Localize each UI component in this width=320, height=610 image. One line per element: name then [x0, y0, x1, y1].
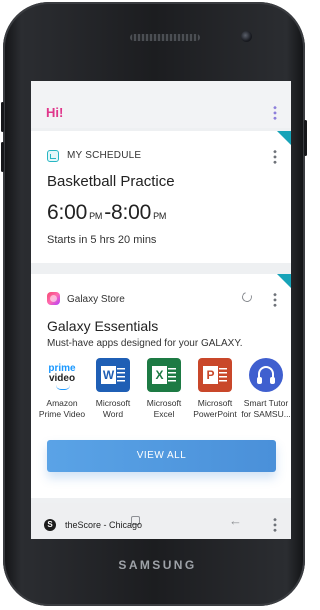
toast-text: theScore - Chicago [65, 520, 143, 530]
headset-icon [249, 358, 283, 392]
app-label: Microsoft PowerPoint [193, 398, 237, 419]
galaxy-store-card[interactable]: Galaxy Store Galaxy Essentials Must-have… [31, 274, 291, 498]
more-options-icon[interactable] [273, 105, 277, 121]
end-ampm: PM [153, 211, 167, 221]
store-subtitle: Must-have apps designed for your GALAXY. [47, 338, 243, 349]
brand-logo: SAMSUNG [118, 558, 197, 572]
refresh-icon[interactable] [240, 290, 254, 304]
galaxy-store-icon [47, 292, 60, 305]
app-item-smart-tutor[interactable]: Smart Tutor for SAMSU... [241, 358, 291, 420]
store-title: Galaxy Essentials [47, 318, 159, 334]
prime-smile-mark [56, 385, 70, 390]
app-label: Smart Tutor for SAMSU... [241, 398, 291, 419]
time-separator: - [104, 201, 111, 224]
excel-icon: X [147, 358, 181, 392]
start-ampm: PM [89, 211, 103, 221]
top-bar: Hi! [31, 81, 291, 128]
app-list: prime video Amazon Prime Video W Microsof… [37, 358, 291, 428]
schedule-header: MY SCHEDULE [67, 150, 142, 161]
app-item-powerpoint[interactable]: P Microsoft PowerPoint [190, 358, 240, 420]
app-item-word[interactable]: W Microsoft Word [88, 358, 138, 420]
volume-button [1, 102, 4, 132]
end-time: 8:00 [110, 201, 152, 224]
app-item-excel[interactable]: X Microsoft Excel [139, 358, 189, 420]
powerpoint-letter: P [203, 366, 218, 384]
start-time: 6:00 [47, 201, 88, 224]
app-label: Microsoft Word [95, 398, 131, 419]
view-all-button[interactable]: VIEW ALL [47, 440, 276, 472]
prime-video-icon: prime video [45, 358, 79, 392]
bixby-button [1, 142, 4, 172]
thescore-icon: S [44, 519, 56, 531]
store-name: Galaxy Store [67, 294, 125, 305]
word-letter: W [101, 366, 116, 384]
card-corner-accent [277, 131, 291, 145]
excel-letter: X [152, 366, 167, 384]
sheet-lines [168, 368, 176, 382]
prime-video-logo-text: video [48, 373, 76, 384]
front-camera [241, 31, 252, 42]
phone-body: Hi! MY SCHEDULE Basketball Practice 6:00… [1, 2, 307, 606]
store-more-icon[interactable] [273, 292, 277, 308]
powerpoint-icon: P [198, 358, 232, 392]
headset-ear [257, 377, 262, 384]
headset-ear [270, 377, 275, 384]
app-label: Amazon Prime Video [38, 398, 86, 419]
back-icon[interactable]: ← [229, 514, 242, 527]
schedule-icon [47, 150, 59, 162]
card-corner-accent [277, 274, 291, 288]
event-time: 6:00 PM-8:00 PM [47, 201, 168, 225]
slide-lines [219, 368, 227, 382]
schedule-card[interactable]: MY SCHEDULE Basketball Practice 6:00 PM-8… [31, 131, 291, 263]
greeting-text: Hi! [46, 105, 64, 120]
app-item-prime-video[interactable]: prime video Amazon Prime Video [37, 358, 87, 420]
screen: Hi! MY SCHEDULE Basketball Practice 6:00… [31, 81, 291, 539]
word-icon: W [96, 358, 130, 392]
schedule-more-icon[interactable] [273, 149, 277, 165]
event-title: Basketball Practice [47, 173, 175, 190]
earpiece-speaker [130, 34, 200, 41]
doc-lines [117, 368, 125, 382]
menu-icon[interactable] [273, 517, 277, 533]
starts-in-text: Starts in 5 hrs 20 mins [47, 234, 157, 246]
app-label: Microsoft Excel [146, 398, 182, 419]
power-button [304, 120, 307, 156]
